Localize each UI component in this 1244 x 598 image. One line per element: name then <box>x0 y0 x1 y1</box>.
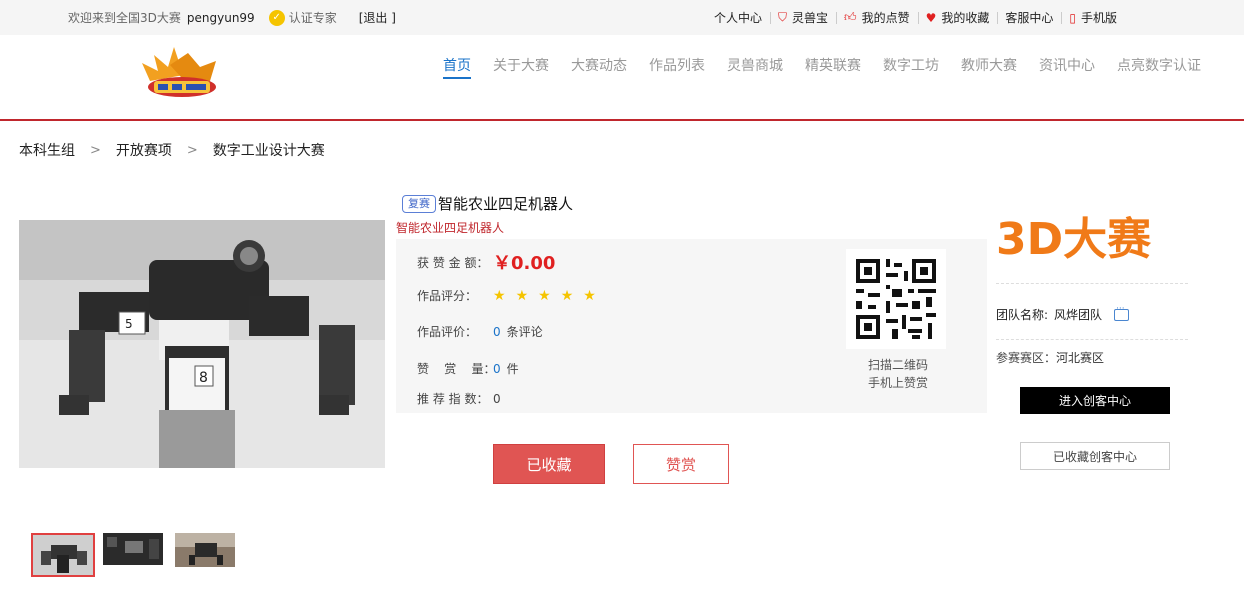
brand-logo: 3D大赛 <box>996 214 1152 264</box>
username[interactable]: pengyun99 <box>187 11 255 25</box>
work-title-text: 智能农业四足机器人 <box>438 195 574 213</box>
svg-text:5: 5 <box>125 317 133 331</box>
certified-shield-icon: ✓ <box>268 9 285 26</box>
main-nav: 首页 关于大赛 大赛动态 作品列表 灵兽商城 精英联赛 数字工坊 教师大赛 资讯… <box>432 55 1212 81</box>
thumbs-up-icon: 👍︎ <box>844 10 857 24</box>
star-icon: ★ <box>538 287 551 304</box>
nav-teacher-contest[interactable]: 教师大赛 <box>950 55 1028 81</box>
favorited-button[interactable]: 已收藏 <box>493 444 605 484</box>
work-info-panel: 获 赞 金 额： ￥0.00 作品评分： ★ ★ ★ ★ ★ 作品评价： 0 条评论 赞… <box>396 239 987 413</box>
breadcrumb-item[interactable]: 开放赛项 <box>116 140 172 160</box>
nav-mall[interactable]: 灵兽商城 <box>716 55 794 81</box>
team-name[interactable]: 风烨团队 <box>1054 306 1102 323</box>
qr-caption-line-1: 扫描二维码 <box>867 358 928 372</box>
top-link-label: 个人中心 <box>714 11 763 25</box>
region-value: 河北赛区 <box>1056 351 1105 365</box>
favorited-maker-center-button[interactable]: 已收藏创客中心 <box>1020 442 1170 470</box>
breadcrumb-item[interactable]: 本科生组 <box>19 140 75 160</box>
top-link-lingshoubao[interactable]: ⛉ 灵兽宝 <box>770 9 836 26</box>
nav-digital-cert[interactable]: 点亮数字认证 <box>1106 55 1212 81</box>
qr-caption: 扫描二维码 手机上赞赏 <box>846 356 950 392</box>
recommend-value: 0 <box>493 391 501 406</box>
sidebar-divider <box>996 283 1188 284</box>
nav-elite-league[interactable]: 精英联赛 <box>794 55 872 81</box>
chat-icon[interactable] <box>1114 304 1130 321</box>
thumbnail-1[interactable] <box>31 533 95 577</box>
team-info: 团队名称: 风烨团队 <box>996 304 1130 323</box>
mobile-icon: ▯ <box>1069 10 1077 25</box>
top-link-mobile[interactable]: ▯ 手机版 <box>1061 9 1125 26</box>
top-links: 个人中心 ⛉ 灵兽宝 👍︎ 我的点赞 ♥ 我的收藏 客服中心 ▯ 手机版 <box>706 0 1125 35</box>
breadcrumb-item[interactable]: 数字工业设计大赛 <box>213 140 325 160</box>
work-subtitle: 智能农业四足机器人 <box>396 221 505 235</box>
top-link-label: 我的点赞 <box>861 11 910 25</box>
likes-unit: 件 <box>506 362 519 376</box>
top-link-my-likes[interactable]: 👍︎ 我的点赞 <box>836 9 918 26</box>
top-link-label: 我的收藏 <box>941 11 990 25</box>
review-count[interactable]: 0 <box>493 325 501 339</box>
certified-label: 认证专家 <box>288 11 337 25</box>
qr-code <box>846 249 946 349</box>
shield-icon: ⛉ <box>778 10 788 24</box>
thumbnail-strip <box>31 533 247 577</box>
score-row: 作品评分： ★ ★ ★ ★ ★ <box>417 287 606 304</box>
likes-count: 0 <box>493 361 501 376</box>
chevron-right-icon: > <box>90 142 101 158</box>
sidebar-divider <box>996 339 1188 340</box>
site-logo[interactable] <box>140 41 222 103</box>
thumbnail-3[interactable] <box>175 533 239 577</box>
reward-row: 获 赞 金 额： ￥0.00 <box>417 249 555 275</box>
team-label: 团队名称: <box>996 308 1049 322</box>
star-icon: ★ <box>515 287 529 304</box>
score-label: 作品评分： <box>417 289 478 303</box>
stage-tag: 复赛 <box>402 194 436 213</box>
nav-about[interactable]: 关于大赛 <box>482 55 560 81</box>
top-link-label: 客服中心 <box>1005 11 1054 25</box>
top-link-service-center[interactable]: 客服中心 <box>997 9 1061 26</box>
certified-badge: ✓ 认证专家 <box>268 9 337 26</box>
enter-maker-center-button[interactable]: 进入创客中心 <box>1020 387 1170 414</box>
review-row: 作品评价： 0 条评论 <box>417 323 543 340</box>
nav-works[interactable]: 作品列表 <box>638 55 716 81</box>
reward-label: 获 赞 金 额： <box>417 255 489 270</box>
qr-caption-line-2: 手机上赞赏 <box>867 376 928 390</box>
top-link-label: 灵兽宝 <box>792 11 829 25</box>
region-info: 参赛赛区：河北赛区 <box>996 349 1104 366</box>
likes-row: 赞 赏 量： 0 件 <box>417 360 519 377</box>
top-link-label: 手机版 <box>1081 11 1118 25</box>
review-unit: 条评论 <box>506 325 543 339</box>
rating-stars: ★ ★ ★ ★ ★ <box>493 288 606 304</box>
welcome-text: 欢迎来到全国3D大赛 <box>68 11 181 25</box>
reward-amount: ￥0.00 <box>493 253 556 274</box>
top-bar: 欢迎来到全国3D大赛 pengyun99 ✓ 认证专家 [退出 ] 个人中心 ⛉… <box>0 0 1244 35</box>
star-icon: ★ <box>583 287 596 304</box>
work-title: 复赛 智能农业四足机器人 <box>402 193 573 214</box>
star-icon: ★ <box>493 287 506 304</box>
region-label: 参赛赛区： <box>996 351 1057 365</box>
review-label: 作品评价： <box>417 325 478 339</box>
site-header: 首页 关于大赛 大赛动态 作品列表 灵兽商城 精英联赛 数字工坊 教师大赛 资讯… <box>0 35 1244 121</box>
main-product-image[interactable]: 8 5 <box>19 220 385 468</box>
thumbnail-2[interactable] <box>103 533 167 577</box>
nav-news[interactable]: 大赛动态 <box>560 55 638 81</box>
nav-digital-workshop[interactable]: 数字工坊 <box>872 55 950 81</box>
breadcrumb: 本科生组 > 开放赛项 > 数字工业设计大赛 <box>19 140 325 160</box>
recommend-row: 推 荐 指 数： 0 <box>417 390 501 407</box>
reward-button[interactable]: 赞赏 <box>633 444 729 484</box>
svg-text:8: 8 <box>199 370 208 386</box>
logout-link[interactable]: [退出 ] <box>359 9 396 26</box>
nav-home[interactable]: 首页 <box>432 55 482 81</box>
brand-logo-text: 3D大赛 <box>996 214 1152 264</box>
recommend-label: 推 荐 指 数： <box>417 392 489 406</box>
top-link-my-favorites[interactable]: ♥ 我的收藏 <box>917 9 998 26</box>
likes-label: 赞 赏 量： <box>417 362 496 376</box>
star-icon: ★ <box>560 287 574 304</box>
top-link-personal-center[interactable]: 个人中心 <box>706 9 770 26</box>
heart-icon: ♥ <box>925 10 937 25</box>
chevron-right-icon: > <box>186 142 198 158</box>
nav-info-center[interactable]: 资讯中心 <box>1028 55 1106 81</box>
